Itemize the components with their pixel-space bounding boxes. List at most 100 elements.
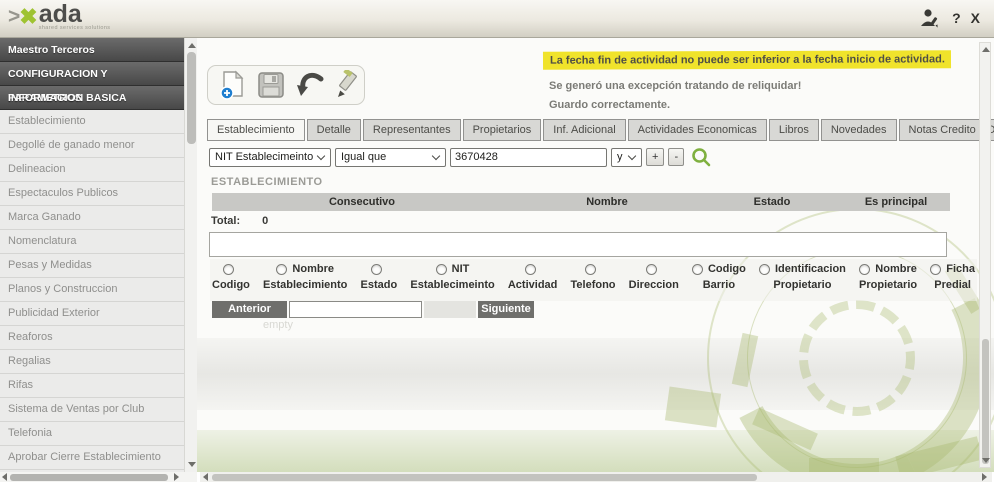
logo-tagline: shared services solutions [38,25,111,31]
chevron-down-icon [431,151,441,160]
ada-logo: > ✖ ada shared services solutions [8,1,110,33]
scroll-up-icon[interactable] [187,43,196,48]
filter-operator-select[interactable]: Igual que [335,147,446,167]
search-radio-ficha-predial[interactable]: Ficha Predial [930,262,975,291]
help-button[interactable]: ? [952,10,961,26]
sidebar-item-nomenclatura[interactable]: Nomenclatura [0,230,184,254]
tab-libros[interactable]: Libros [768,119,819,141]
sidebar-item-sistema-de-ventas-por-club[interactable]: Sistema de Ventas por Club [0,398,184,422]
sidebar-vertical-scrollbar[interactable] [184,38,197,472]
sidebar-horizontal-scrollbar[interactable] [0,472,197,482]
watermark-band [197,338,994,410]
sidebar-item-establecimiento[interactable]: Establecimiento [0,110,184,134]
radio-button[interactable] [524,263,536,275]
sidebar-item-degolle-de-ganado-menor[interactable]: Degollé de ganado menor [0,134,184,158]
radio-label: Propietario [773,279,832,291]
filter-connector-select[interactable]: y [611,147,642,167]
total-label: Total: [211,215,241,227]
new-record-icon[interactable] [217,70,247,100]
search-radio-actividad[interactable]: Actividad [508,262,557,291]
sidebar-item-telefonia[interactable]: Telefonia [0,422,184,446]
sidebar-section-informacion-basica[interactable]: INFORMACION BASICA [0,86,184,110]
search-radio-direccion[interactable]: Direccion [629,262,679,291]
success-message: Guardo correctamente. [549,99,671,111]
logo-x-icon: ✖ [19,4,38,29]
radio-label: Codigo [212,279,250,291]
tab-novedades[interactable]: Novedades [820,119,897,141]
main-hscroll-thumb[interactable] [212,473,757,481]
sidebar-item-marca-ganado[interactable]: Marca Ganado [0,206,184,230]
sidebar-scroll-thumb[interactable] [187,52,196,144]
radio-button[interactable] [585,263,597,275]
next-button[interactable]: Siguiente [478,301,534,318]
radio-button[interactable] [859,263,871,275]
tab-actividades-economicas[interactable]: Actividades Economicas [627,119,767,141]
add-filter-button[interactable]: + [646,148,665,166]
filter-value-input[interactable] [450,147,607,167]
scroll-left-icon[interactable] [203,473,208,481]
watermark-ring-ticks [799,300,915,416]
page-input[interactable] [289,301,422,318]
radio-label: Ficha [946,263,975,275]
radio-button[interactable] [222,263,234,275]
search-radio-nombre-establecimiento[interactable]: Nombre Establecimiento [263,262,347,291]
main-horizontal-scrollbar[interactable] [200,472,992,482]
scroll-left-icon[interactable] [2,473,7,481]
pagination-spacer-cell [424,301,476,318]
radio-label: NIT [451,263,470,275]
radio-button[interactable] [370,263,382,275]
edit-icon[interactable] [334,70,364,100]
search-radio-codigo-barrio[interactable]: Codigo Barrio [691,262,746,291]
sidebar-item-publicidad-exterior[interactable]: Publicidad Exterior [0,302,184,326]
search-radio-nombre-propietario[interactable]: Nombre Propietario [859,262,917,291]
save-icon[interactable] [256,70,286,100]
previous-button[interactable]: Anterior [212,301,287,318]
sidebar-item-delineacion[interactable]: Delineacion [0,158,184,182]
tab-establecimiento[interactable]: Establecimiento [207,119,305,141]
close-button[interactable]: X [971,10,980,26]
user-edit-icon[interactable] [918,6,942,30]
scroll-down-icon[interactable] [981,458,990,463]
radio-button[interactable] [930,263,942,275]
search-radio-codigo[interactable]: Codigo [212,262,250,291]
remove-filter-button[interactable]: - [668,148,685,166]
results-list-box[interactable] [209,232,947,257]
sidebar-item-reaforos[interactable]: Reaforos [0,326,184,350]
sidebar-item-planos-y-construccion[interactable]: Planos y Construccion [0,278,184,302]
scroll-right-icon[interactable] [982,473,987,481]
search-radio-estado[interactable]: Estado [361,262,397,291]
radio-button[interactable] [276,263,288,275]
scroll-right-icon[interactable] [174,473,179,481]
sidebar-item-pesas-y-medidas[interactable]: Pesas y Medidas [0,254,184,278]
sidebar-item-espectaculos-publicos[interactable]: Espectaculos Publicos [0,182,184,206]
watermark-segment [664,386,722,428]
radio-button[interactable] [691,263,703,275]
undo-icon[interactable] [295,70,325,100]
radio-button[interactable] [758,263,770,275]
sidebar-item-regalias[interactable]: Regalias [0,350,184,374]
chevron-down-icon [316,151,326,160]
main-scroll-thumb[interactable] [981,339,989,464]
scroll-up-icon[interactable] [981,47,990,52]
tab-representantes[interactable]: Representantes [362,119,461,141]
sidebar-section-maestro-terceros[interactable]: Maestro Terceros [0,38,184,62]
search-icon[interactable] [691,147,711,167]
tab-propietarios[interactable]: Propietarios [462,119,542,141]
section-title: ESTABLECIMIENTO [211,176,323,188]
sidebar-section-configuracion-y-parametros[interactable]: CONFIGURACION Y PARAMETROS [0,62,184,104]
sidebar-item-aprobar-cierre-establecimiento[interactable]: Aprobar Cierre Establecimiento [0,446,184,470]
main-vertical-scrollbar[interactable] [979,42,991,468]
scroll-down-icon[interactable] [187,462,196,467]
tab-detalle[interactable]: Detalle [306,119,361,141]
radio-button[interactable] [435,263,447,275]
filter-operator-value: Igual que [341,151,387,163]
search-radio-identificacion-propietario[interactable]: Identificacion Propietario [758,262,846,291]
filter-field-select[interactable]: NIT Establecimeinto [209,147,331,167]
radio-button[interactable] [645,263,657,275]
tab-inf-adicional[interactable]: Inf. Adicional [543,119,626,141]
search-radio-nit-establecimiento[interactable]: NIT Establecimeinto [410,262,494,291]
sidebar-item-rifas[interactable]: Rifas [0,374,184,398]
search-radio-telefono[interactable]: Telefono [571,262,616,291]
radio-label: Direccion [628,279,679,291]
sidebar-hscroll-thumb[interactable] [10,473,168,481]
